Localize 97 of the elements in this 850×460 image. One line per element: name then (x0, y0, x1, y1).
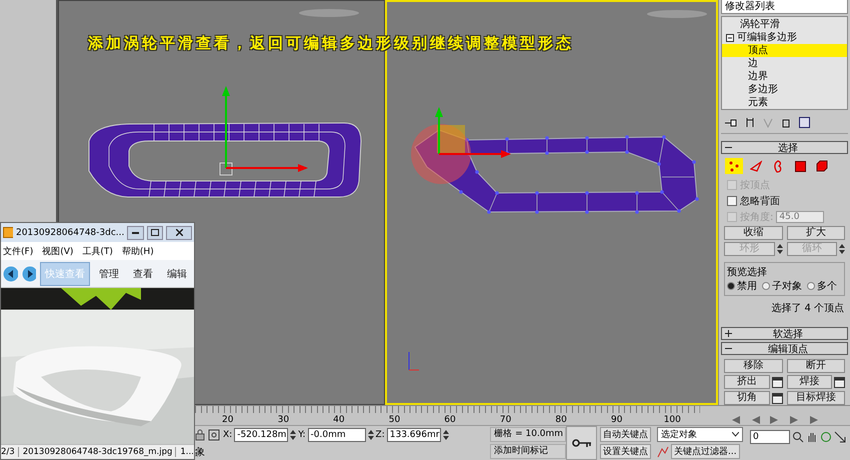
collapse-icon[interactable] (725, 345, 732, 352)
soft-selection-rollout-header[interactable]: 软选择 (721, 327, 848, 340)
key-icon (572, 439, 592, 447)
axis-tripod-icon (408, 352, 420, 370)
sub-object-item[interactable]: 边界 (722, 70, 847, 83)
maximize-button[interactable] (146, 226, 164, 240)
radio-option[interactable]: 多个 (807, 279, 837, 293)
vertex-icon (728, 160, 740, 172)
element-icon (816, 160, 828, 172)
selection-highlight (411, 124, 471, 184)
menu-item[interactable]: 视图(V) (42, 244, 74, 258)
key-mode-button[interactable] (566, 426, 597, 460)
menu-item[interactable]: 帮助(H) (122, 244, 154, 258)
ruler-label: 20 (221, 415, 234, 425)
coordinate-field[interactable]: 133.696mr (386, 428, 441, 442)
status-text: 1... (180, 447, 198, 457)
close-button[interactable] (166, 226, 192, 240)
ruler-label: 30 (276, 415, 290, 425)
level-button[interactable] (725, 158, 743, 174)
menu-item[interactable]: 工具(T) (82, 244, 113, 258)
ruler-label: 80 (554, 415, 568, 425)
minimize-icon (132, 232, 140, 234)
group-title: 预览选择 (727, 266, 768, 279)
selection-button[interactable]: 扩大 (786, 226, 845, 240)
maximize-icon (151, 229, 160, 236)
key-filter-icon[interactable] (657, 446, 669, 458)
auto-key-button[interactable]: 自动关键点 (600, 427, 651, 442)
selection-region (437, 125, 465, 153)
ruler-label: 70 (498, 415, 512, 425)
selection-status: 选择了 4 个顶点 (770, 302, 845, 316)
status-text: 20130928064748-3dc19768_m.jpg (22, 447, 176, 457)
radio-option[interactable]: 禁用 (727, 279, 757, 293)
edit-button[interactable]: 切角 (724, 391, 770, 405)
back-icon[interactable] (3, 266, 18, 282)
sub-object-item[interactable]: 顶点 (722, 44, 847, 57)
coordinate-field[interactable]: -520.128m (234, 428, 288, 442)
sub-object-item[interactable]: 多边形 (722, 83, 847, 96)
pivot-marker (220, 162, 232, 176)
collapse-icon[interactable] (726, 34, 734, 42)
edit-button[interactable]: 移除 (724, 359, 782, 373)
key-filters-button[interactable]: 关键点过滤器... (671, 444, 740, 459)
modifier-item[interactable]: 涡轮平滑 (722, 18, 847, 31)
object-shadow (299, 9, 359, 17)
selection-mode-icon[interactable] (207, 428, 221, 440)
key-mode-dropdown[interactable]: 选定对象 (657, 427, 743, 442)
minimize-button[interactable] (127, 226, 144, 240)
ruler-label: 40 (332, 415, 346, 425)
ruler-label: 100 (662, 415, 682, 425)
ruler-label: 50 (388, 415, 402, 425)
border-icon (773, 160, 783, 172)
grid-size-readout: 栅格 = 10.0mm (490, 427, 566, 442)
sub-object-item[interactable]: 边 (722, 57, 847, 70)
pan-icon[interactable] (806, 430, 818, 442)
polygon-icon (794, 160, 806, 172)
close-icon (176, 229, 183, 236)
modifier-list-dropdown[interactable]: 修改器列表 (721, 0, 848, 14)
caret-icon (732, 432, 739, 437)
sub-object-item[interactable]: 元素 (722, 96, 847, 109)
modifier-item[interactable]: 可编辑多边形 (722, 31, 847, 44)
status-text: 2/3 (1, 447, 19, 457)
radio-option[interactable]: 子对象 (762, 279, 802, 293)
lock-icon[interactable] (195, 428, 205, 440)
window-title: 20130928064748-3dc... (16, 228, 124, 238)
edit-vertices-rollout-header[interactable]: 编辑顶点 (721, 342, 848, 355)
axis-label: Z: (376, 430, 385, 440)
forward-icon[interactable] (22, 266, 36, 282)
collapse-icon[interactable] (725, 144, 732, 151)
settings-icon[interactable] (834, 376, 845, 388)
selection-button[interactable]: 收缩 (724, 226, 782, 240)
coordinate-field[interactable]: -0.0mm (308, 428, 366, 442)
add-time-tag-button[interactable]: 添加时间标记 (490, 444, 566, 459)
pin-icon[interactable] (725, 118, 737, 128)
set-key-button[interactable]: 设置关键点 (600, 444, 651, 459)
checkbox[interactable] (727, 196, 737, 206)
object-shadow (647, 10, 707, 18)
view-tab[interactable]: 查看 (128, 262, 158, 286)
zoom-icon[interactable] (792, 430, 804, 442)
option-label: 忽略背面 (740, 194, 780, 208)
ruler-label: 60 (443, 415, 457, 425)
view-tab[interactable]: 管理 (94, 262, 124, 286)
axis-label: Y: (298, 430, 306, 440)
edit-button[interactable]: 断开 (786, 359, 845, 373)
settings-icon[interactable] (772, 376, 782, 388)
selection-rollout-header[interactable]: 选择 (721, 141, 848, 154)
maximize-icon[interactable] (834, 430, 846, 442)
menu-item[interactable]: 文件(F) (3, 244, 34, 258)
expand-icon[interactable] (725, 330, 732, 337)
edge-icon (750, 160, 762, 172)
edit-button[interactable]: 挤出 (724, 375, 770, 389)
view-tab[interactable]: 编辑 (162, 262, 192, 286)
ruler-label: 90 (610, 415, 624, 425)
settings-icon[interactable] (772, 392, 782, 404)
app-icon (3, 227, 13, 238)
edit-button[interactable]: 焊接 (786, 375, 832, 389)
axis-label: X: (223, 430, 232, 440)
frame-field[interactable]: 0 (750, 430, 790, 444)
edit-button[interactable]: 目标焊接 (786, 391, 845, 405)
